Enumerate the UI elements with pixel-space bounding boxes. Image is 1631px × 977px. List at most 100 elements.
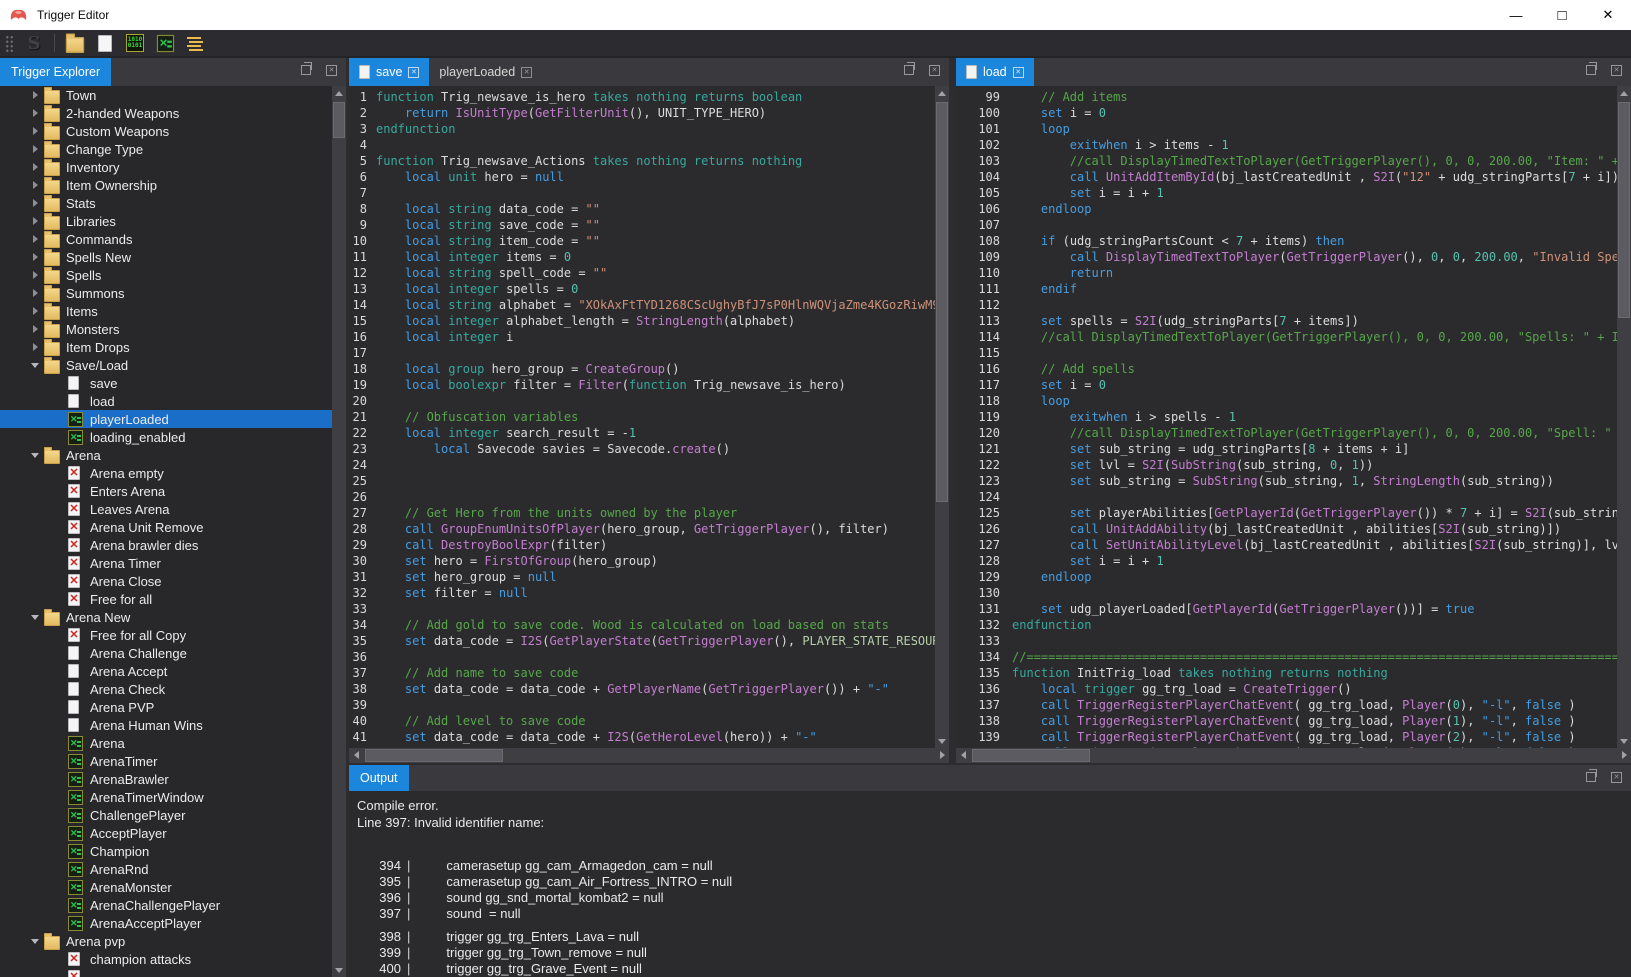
close-panel-icon[interactable]: ✕ bbox=[1611, 65, 1622, 76]
tree-item-champion[interactable]: Champion bbox=[0, 842, 332, 860]
scrollbar-thumb[interactable] bbox=[365, 749, 503, 762]
scroll-right-icon[interactable] bbox=[935, 748, 949, 762]
tree-item-arena-human-wins[interactable]: Arena Human Wins bbox=[0, 716, 332, 734]
tab-load[interactable]: load✕ bbox=[956, 58, 1034, 86]
scrollbar-thumb[interactable] bbox=[1618, 102, 1630, 318]
tree-item-arena-empty[interactable]: Arena empty bbox=[0, 464, 332, 482]
tab-playerloaded[interactable]: playerLoaded✕ bbox=[429, 58, 542, 86]
close-button[interactable]: ✕ bbox=[1585, 0, 1631, 30]
tree-item-items[interactable]: Items bbox=[0, 302, 332, 320]
binary-data-icon[interactable]: 10100101 bbox=[125, 31, 145, 55]
tree-item-enters-arena[interactable]: Enters Arena bbox=[0, 482, 332, 500]
horizontal-scrollbar[interactable] bbox=[349, 748, 949, 763]
tree-item-spells[interactable]: Spells bbox=[0, 266, 332, 284]
vertical-scrollbar[interactable] bbox=[1617, 86, 1631, 748]
tree-item-libraries[interactable]: Libraries bbox=[0, 212, 332, 230]
code-editor-save[interactable]: 1function Trig_newsave_is_hero takes not… bbox=[349, 86, 935, 748]
tree-scrollbar-thumb[interactable] bbox=[333, 102, 345, 138]
tree-item-arenabrawler[interactable]: ArenaBrawler bbox=[0, 770, 332, 788]
chevron-collapsed-icon[interactable] bbox=[33, 325, 38, 333]
new-document-icon[interactable] bbox=[95, 31, 115, 55]
tree-vertical-scrollbar[interactable] bbox=[332, 86, 346, 977]
output-tab[interactable]: Output bbox=[349, 765, 409, 791]
script-x-icon[interactable] bbox=[155, 31, 175, 55]
chevron-expanded-icon[interactable] bbox=[31, 363, 39, 368]
scroll-right-icon[interactable] bbox=[1617, 748, 1631, 762]
float-panel-icon[interactable] bbox=[1586, 772, 1596, 782]
chevron-collapsed-icon[interactable] bbox=[33, 253, 38, 261]
tree-item-challengeplayer[interactable]: ChallengePlayer bbox=[0, 806, 332, 824]
tree-item-arenarnd[interactable]: ArenaRnd bbox=[0, 860, 332, 878]
tree-item-arenachallengeplayer[interactable]: ArenaChallengePlayer bbox=[0, 896, 332, 914]
tree-item-arena-pvp[interactable]: Arena pvp bbox=[0, 932, 332, 950]
horizontal-scrollbar[interactable] bbox=[956, 748, 1631, 763]
scroll-down-icon[interactable] bbox=[935, 734, 949, 748]
chevron-collapsed-icon[interactable] bbox=[33, 235, 38, 243]
tree-item-spells-new[interactable]: Spells New bbox=[0, 248, 332, 266]
tree-item-custom-weapons[interactable]: Custom Weapons bbox=[0, 122, 332, 140]
chevron-collapsed-icon[interactable] bbox=[33, 199, 38, 207]
close-tab-icon[interactable]: ✕ bbox=[521, 67, 532, 78]
scrollbar-thumb[interactable] bbox=[972, 749, 1090, 762]
chevron-collapsed-icon[interactable] bbox=[33, 163, 38, 171]
tree-item-load[interactable]: load bbox=[0, 392, 332, 410]
tree-item-arena-brawler-dies[interactable]: Arena brawler dies bbox=[0, 536, 332, 554]
tree-item-arenatimerwindow[interactable]: ArenaTimerWindow bbox=[0, 788, 332, 806]
tree-item-free-for-all[interactable]: Free for all bbox=[0, 590, 332, 608]
scrollbar-thumb[interactable] bbox=[936, 102, 948, 502]
close-tab-icon[interactable]: ✕ bbox=[408, 67, 419, 78]
chevron-collapsed-icon[interactable] bbox=[33, 307, 38, 315]
tree-item-leaves-arena[interactable]: Leaves Arena bbox=[0, 500, 332, 518]
tree-item-item-ownership[interactable]: Item Ownership bbox=[0, 176, 332, 194]
tree-item-free-for-all-copy[interactable]: Free for all Copy bbox=[0, 626, 332, 644]
close-panel-icon[interactable]: ✕ bbox=[326, 65, 337, 76]
tree-item-arena-timer[interactable]: Arena Timer bbox=[0, 554, 332, 572]
code-editor-load[interactable]: 99 // Add items100 set i = 0101 loop102 … bbox=[956, 86, 1617, 748]
chevron-collapsed-icon[interactable] bbox=[33, 289, 38, 297]
explorer-header-tab[interactable]: Trigger Explorer bbox=[0, 58, 111, 86]
close-panel-icon[interactable]: ✕ bbox=[1611, 772, 1622, 783]
tree-item-commands[interactable]: Commands bbox=[0, 230, 332, 248]
tree-item-monsters[interactable]: Monsters bbox=[0, 320, 332, 338]
chevron-expanded-icon[interactable] bbox=[31, 615, 39, 620]
tree-item-arena-challenge[interactable]: Arena Challenge bbox=[0, 644, 332, 662]
tree-item-inventory[interactable]: Inventory bbox=[0, 158, 332, 176]
tab-save[interactable]: save✕ bbox=[349, 58, 429, 86]
tree-item-arena-close[interactable]: Arena Close bbox=[0, 572, 332, 590]
tree-item-playerloaded[interactable]: playerLoaded bbox=[0, 410, 332, 428]
s-logo-icon[interactable]: S bbox=[24, 31, 44, 55]
chevron-collapsed-icon[interactable] bbox=[33, 91, 38, 99]
chevron-collapsed-icon[interactable] bbox=[33, 217, 38, 225]
tree-item-item-drops[interactable]: Item Drops bbox=[0, 338, 332, 356]
tree-item-summons[interactable]: Summons bbox=[0, 284, 332, 302]
scroll-down-icon[interactable] bbox=[1617, 734, 1631, 748]
tree-item-arenaacceptplayer[interactable]: ArenaAcceptPlayer bbox=[0, 914, 332, 932]
scroll-up-icon[interactable] bbox=[332, 86, 346, 100]
toolbar-grip[interactable] bbox=[5, 35, 14, 52]
chevron-expanded-icon[interactable] bbox=[31, 453, 39, 458]
tree-item-loading-enabled[interactable]: loading_enabled bbox=[0, 428, 332, 446]
tree-item-arena-pvp[interactable]: Arena PVP bbox=[0, 698, 332, 716]
tree-item-acceptplayer[interactable]: AcceptPlayer bbox=[0, 824, 332, 842]
tree-item-save[interactable]: save bbox=[0, 374, 332, 392]
vertical-scrollbar[interactable] bbox=[935, 86, 949, 748]
tree-item-arena[interactable]: Arena bbox=[0, 446, 332, 464]
scroll-up-icon[interactable] bbox=[1617, 86, 1631, 100]
open-folder-icon[interactable] bbox=[65, 31, 85, 55]
tree-item-arena-accept[interactable]: Arena Accept bbox=[0, 662, 332, 680]
tree-item-save-load[interactable]: Save/Load bbox=[0, 356, 332, 374]
tree-item-champion-attacks[interactable]: champion attacks bbox=[0, 950, 332, 968]
chevron-expanded-icon[interactable] bbox=[31, 939, 39, 944]
scroll-left-icon[interactable] bbox=[349, 748, 363, 762]
script-list-icon[interactable] bbox=[185, 31, 205, 55]
chevron-collapsed-icon[interactable] bbox=[33, 109, 38, 117]
minimize-button[interactable]: — bbox=[1493, 0, 1539, 30]
float-panel-icon[interactable] bbox=[1586, 65, 1596, 75]
chevron-collapsed-icon[interactable] bbox=[33, 127, 38, 135]
tree-item-stats[interactable]: Stats bbox=[0, 194, 332, 212]
chevron-collapsed-icon[interactable] bbox=[33, 181, 38, 189]
chevron-collapsed-icon[interactable] bbox=[33, 343, 38, 351]
close-tab-icon[interactable]: ✕ bbox=[1013, 67, 1024, 78]
tree-item-town[interactable]: Town bbox=[0, 86, 332, 104]
close-panel-icon[interactable]: ✕ bbox=[929, 65, 940, 76]
